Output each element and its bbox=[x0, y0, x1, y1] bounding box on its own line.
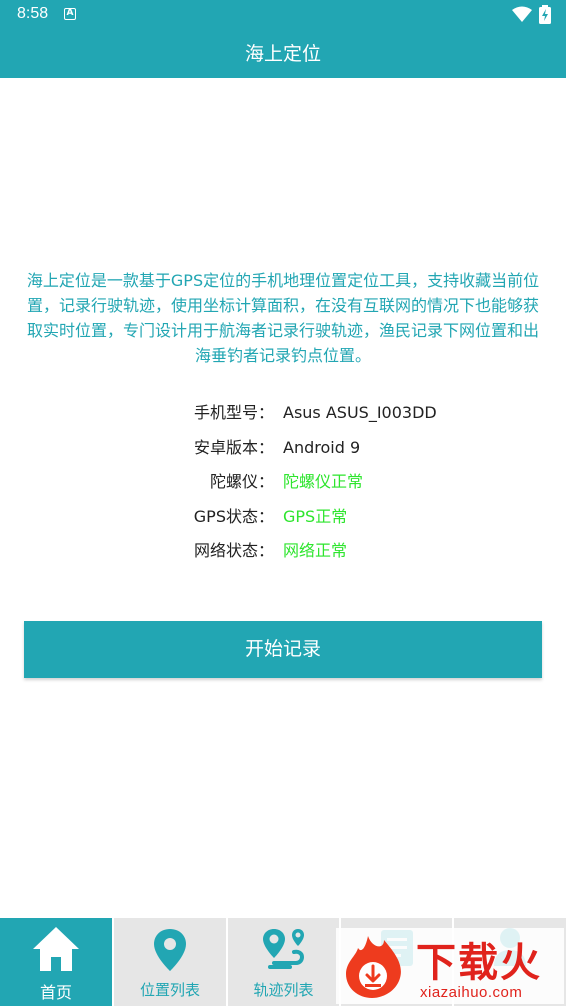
watermark: 下载火 xiazaihuo.com bbox=[336, 928, 564, 1004]
android-version-value: Android 9 bbox=[283, 438, 361, 457]
android-version-label: 安卓版本： bbox=[193, 438, 274, 457]
watermark-url: xiazaihuo.com bbox=[420, 984, 523, 1001]
tab-home-label: 首页 bbox=[39, 983, 72, 1002]
notification-icon: A bbox=[64, 8, 76, 20]
gps-label: GPS状态： bbox=[193, 507, 274, 526]
phone-model-label: 手机型号： bbox=[193, 403, 274, 422]
gyroscope-label: 陀螺仪： bbox=[209, 472, 274, 491]
tab-home[interactable]: 首页 bbox=[0, 918, 114, 1006]
wifi-icon bbox=[512, 6, 532, 22]
network-status: 网络正常 bbox=[283, 541, 348, 560]
phone-model-value: Asus ASUS_I003DD bbox=[283, 403, 437, 422]
gyroscope-status: 陀螺仪正常 bbox=[283, 472, 364, 491]
battery-icon bbox=[539, 5, 551, 24]
location-pin-icon bbox=[154, 929, 186, 971]
status-bar: 8:58 A bbox=[0, 0, 566, 30]
gps-status: GPS正常 bbox=[283, 507, 348, 526]
app-bar: 海上定位 bbox=[0, 30, 566, 78]
info-row-android-version: 安卓版本： Android 9 bbox=[0, 435, 566, 461]
start-record-button[interactable]: 开始记录 bbox=[24, 621, 542, 678]
status-time: 8:58 bbox=[17, 5, 49, 22]
tab-track-list-label: 轨迹列表 bbox=[253, 981, 314, 999]
network-label: 网络状态： bbox=[193, 541, 274, 560]
info-row-phone-model: 手机型号： Asus ASUS_I003DD bbox=[0, 400, 566, 426]
info-row-network: 网络状态： 网络正常 bbox=[0, 538, 566, 564]
watermark-logo-text: 下载火 bbox=[416, 940, 542, 986]
home-icon bbox=[33, 927, 79, 971]
info-row-gyroscope: 陀螺仪： 陀螺仪正常 bbox=[0, 469, 566, 495]
tab-location-list[interactable]: 位置列表 bbox=[114, 918, 228, 1006]
tab-location-list-label: 位置列表 bbox=[139, 981, 200, 999]
page-title: 海上定位 bbox=[244, 43, 321, 65]
watermark-logo-icon bbox=[346, 936, 401, 998]
intro-text: 海上定位是一款基于GPS定位的手机地理位置定位工具，支持收藏当前位置，记录行驶轨… bbox=[26, 271, 540, 365]
route-icon bbox=[262, 929, 304, 969]
tab-track-list[interactable]: 轨迹列表 bbox=[228, 918, 341, 1006]
info-row-gps: GPS状态： GPS正常 bbox=[0, 504, 566, 530]
